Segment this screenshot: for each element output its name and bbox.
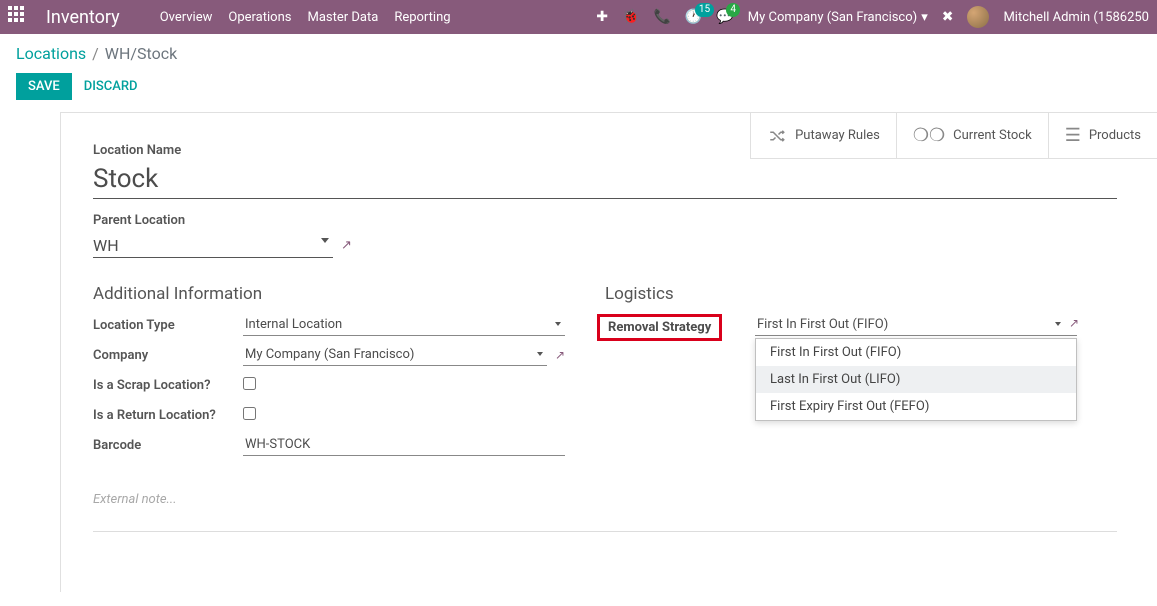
- company-select[interactable]: [243, 344, 547, 366]
- phone-icon[interactable]: 📞: [653, 9, 670, 25]
- breadcrumb-current: WH/Stock: [105, 44, 177, 63]
- breadcrumb: Locations / WH/Stock: [0, 34, 1157, 67]
- topbar: Inventory Overview Operations Master Dat…: [0, 0, 1157, 34]
- dropdown-option-fifo[interactable]: First In First Out (FIFO): [756, 339, 1076, 366]
- stat-current-stock[interactable]: ❍❍ Current Stock: [896, 113, 1048, 158]
- section-logistics-title: Logistics: [605, 284, 1077, 304]
- divider: [93, 531, 1117, 532]
- action-bar: SAVE DISCARD: [0, 67, 1157, 112]
- parent-location-value: WH: [93, 236, 119, 255]
- wrench-icon[interactable]: ✖: [942, 9, 954, 25]
- chat-badge: 4: [726, 3, 740, 17]
- stat-label: Putaway Rules: [795, 128, 880, 143]
- location-type-select[interactable]: [243, 314, 565, 336]
- plus-icon[interactable]: ✚: [596, 9, 608, 25]
- form-sheet: Putaway Rules ❍❍ Current Stock ☰ Product…: [60, 112, 1157, 592]
- list-icon: ☰: [1065, 125, 1081, 146]
- bug-icon[interactable]: 🐞: [622, 9, 639, 25]
- breadcrumb-sep: /: [92, 44, 99, 63]
- stat-label: Current Stock: [953, 128, 1032, 143]
- external-link-icon[interactable]: ↗: [555, 348, 565, 362]
- chevron-down-icon: [1055, 322, 1061, 326]
- parent-location-label: Parent Location: [93, 213, 1117, 228]
- location-type-label: Location Type: [93, 318, 243, 333]
- chevron-down-icon: ▾: [921, 10, 928, 25]
- stat-buttons: Putaway Rules ❍❍ Current Stock ☰ Product…: [750, 113, 1157, 159]
- stat-putaway-rules[interactable]: Putaway Rules: [750, 113, 896, 158]
- is-return-label: Is a Return Location?: [93, 408, 243, 423]
- discard-button[interactable]: DISCARD: [84, 79, 138, 94]
- stat-products[interactable]: ☰ Products: [1048, 113, 1157, 158]
- parent-location-select[interactable]: WH: [93, 232, 333, 258]
- cubes-icon: ❍❍: [913, 125, 945, 146]
- location-name-input[interactable]: [93, 162, 1117, 199]
- dropdown-option-fefo[interactable]: First Expiry First Out (FEFO): [756, 393, 1076, 420]
- is-scrap-label: Is a Scrap Location?: [93, 378, 243, 393]
- removal-strategy-dropdown: First In First Out (FIFO) Last In First …: [755, 338, 1077, 421]
- is-return-checkbox[interactable]: [243, 407, 256, 420]
- external-note[interactable]: External note...: [93, 492, 1117, 507]
- external-link-icon[interactable]: ↗: [1069, 316, 1079, 330]
- barcode-input[interactable]: [243, 434, 565, 456]
- nav-master-data[interactable]: Master Data: [307, 10, 378, 25]
- removal-strategy-highlight: Removal Strategy: [597, 314, 722, 341]
- removal-strategy-select[interactable]: [755, 314, 1077, 336]
- nav-menu: Overview Operations Master Data Reportin…: [160, 10, 451, 25]
- chevron-down-icon: [321, 238, 329, 243]
- chevron-down-icon: [555, 322, 561, 326]
- dropdown-option-lifo[interactable]: Last In First Out (LIFO): [756, 366, 1076, 393]
- clock-icon[interactable]: 🕐15: [685, 9, 702, 25]
- avatar[interactable]: [967, 6, 989, 28]
- brand-title[interactable]: Inventory: [46, 7, 120, 28]
- shuffle-icon: [767, 127, 787, 145]
- user-name[interactable]: Mitchell Admin (1586250: [1003, 10, 1149, 25]
- barcode-label: Barcode: [93, 438, 243, 453]
- nav-reporting[interactable]: Reporting: [394, 10, 450, 25]
- save-button[interactable]: SAVE: [16, 73, 72, 100]
- clock-badge: 15: [695, 3, 714, 17]
- is-scrap-checkbox[interactable]: [243, 377, 256, 390]
- breadcrumb-root[interactable]: Locations: [16, 44, 86, 63]
- nav-operations[interactable]: Operations: [228, 10, 291, 25]
- external-link-icon[interactable]: ↗: [341, 238, 352, 253]
- chat-icon[interactable]: 💬4: [716, 9, 733, 25]
- removal-strategy-label: Removal Strategy: [608, 320, 711, 335]
- stat-label: Products: [1089, 128, 1141, 143]
- section-additional-title: Additional Information: [93, 284, 565, 304]
- nav-overview[interactable]: Overview: [160, 10, 213, 25]
- apps-icon[interactable]: [8, 6, 30, 28]
- chevron-down-icon: [537, 352, 543, 356]
- company-switcher[interactable]: My Company (San Francisco) ▾: [748, 10, 928, 25]
- company-label: Company: [93, 348, 243, 363]
